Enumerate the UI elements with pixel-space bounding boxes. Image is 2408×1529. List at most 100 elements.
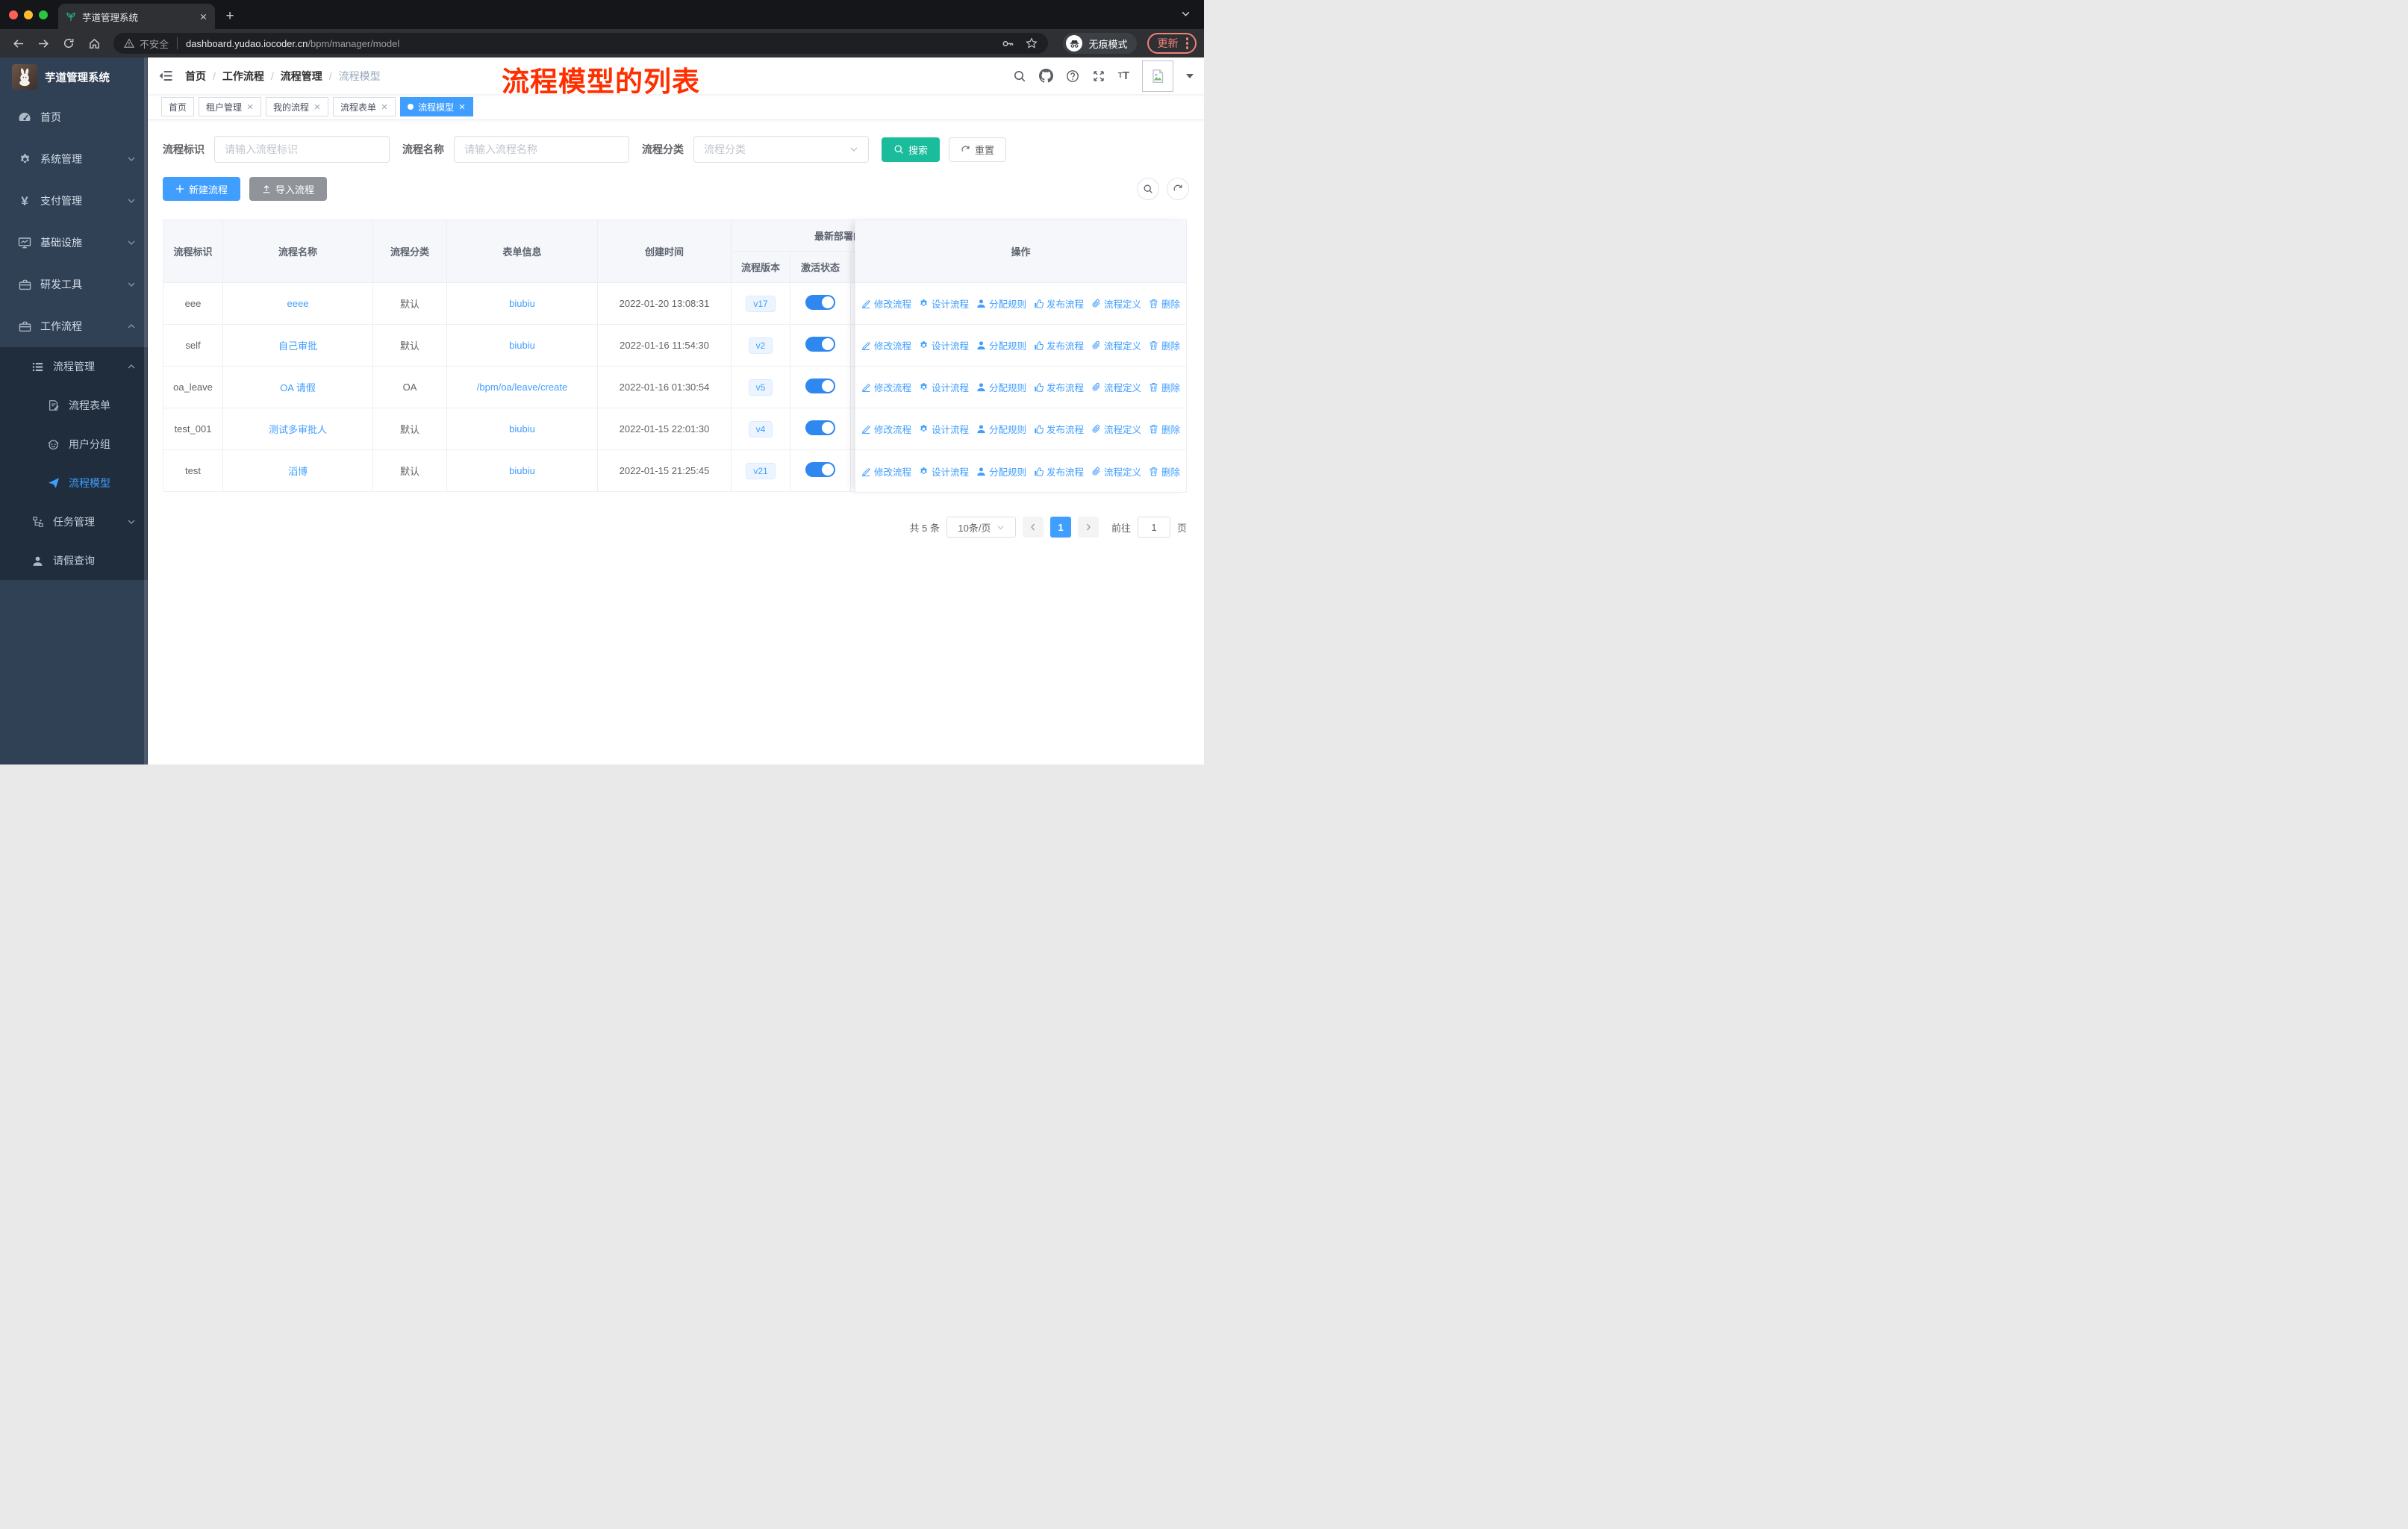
action-publish-process[interactable]: 发布流程	[1034, 380, 1084, 394]
action-delete[interactable]: 删除	[1149, 296, 1180, 311]
process-name-link[interactable]: 自己审批	[278, 340, 317, 352]
version-badge[interactable]: v4	[748, 420, 773, 437]
refresh-table-button[interactable]	[1167, 178, 1189, 200]
process-name-input[interactable]	[454, 136, 629, 163]
avatar[interactable]	[1142, 60, 1173, 92]
action-assign-rule[interactable]: 分配规则	[976, 338, 1026, 352]
active-toggle[interactable]	[805, 337, 835, 352]
sidebar-item-task-mgmt[interactable]: 任务管理	[0, 502, 148, 541]
window-maximize-button[interactable]	[39, 10, 48, 19]
action-design-process[interactable]: 设计流程	[919, 338, 969, 352]
browser-tab[interactable]: 芋道管理系统	[58, 4, 215, 29]
sidebar-item-workflow[interactable]: 工作流程	[0, 305, 148, 347]
bookmark-star-icon[interactable]	[1026, 37, 1038, 49]
version-badge[interactable]: v17	[746, 295, 776, 312]
search-icon[interactable]	[1013, 69, 1026, 83]
action-publish-process[interactable]: 发布流程	[1034, 422, 1084, 436]
process-name-link[interactable]: 测试多审批人	[269, 424, 327, 435]
action-edit-process[interactable]: 修改流程	[861, 464, 911, 479]
action-design-process[interactable]: 设计流程	[919, 464, 969, 479]
tag-close-icon[interactable]	[314, 103, 321, 110]
goto-page-input[interactable]	[1137, 517, 1170, 538]
forward-button[interactable]	[33, 33, 54, 54]
version-badge[interactable]: v5	[748, 379, 773, 396]
browser-menu-icon[interactable]	[1185, 37, 1188, 49]
reset-button[interactable]: 重置	[949, 137, 1007, 162]
action-edit-process[interactable]: 修改流程	[861, 422, 911, 436]
page-size-select[interactable]: 10条/页	[946, 517, 1016, 538]
form-info-link[interactable]: biubiu	[509, 298, 535, 309]
github-icon[interactable]	[1039, 69, 1053, 83]
action-process-definition[interactable]: 流程定义	[1091, 296, 1141, 311]
active-toggle[interactable]	[805, 379, 835, 393]
action-design-process[interactable]: 设计流程	[919, 422, 969, 436]
prev-page-button[interactable]	[1022, 517, 1044, 538]
process-id-input[interactable]	[214, 136, 390, 163]
action-publish-process[interactable]: 发布流程	[1034, 338, 1084, 352]
action-delete[interactable]: 删除	[1149, 464, 1180, 479]
action-process-definition[interactable]: 流程定义	[1091, 422, 1141, 436]
action-design-process[interactable]: 设计流程	[919, 296, 969, 311]
version-badge[interactable]: v21	[746, 462, 776, 479]
tag-process-form[interactable]: 流程表单	[333, 97, 396, 116]
process-category-select[interactable]: 流程分类	[693, 136, 869, 163]
tag-home[interactable]: 首页	[161, 97, 195, 116]
tag-my-process[interactable]: 我的流程	[266, 97, 329, 116]
form-info-link[interactable]: /bpm/oa/leave/create	[477, 382, 567, 393]
new-tab-button[interactable]: +	[219, 6, 240, 27]
active-toggle[interactable]	[805, 462, 835, 477]
action-delete[interactable]: 删除	[1149, 380, 1180, 394]
create-process-button[interactable]: 新建流程	[163, 177, 241, 201]
action-edit-process[interactable]: 修改流程	[861, 380, 911, 394]
current-page-button[interactable]: 1	[1049, 517, 1071, 538]
window-minimize-button[interactable]	[24, 10, 33, 19]
next-page-button[interactable]	[1077, 517, 1099, 538]
sidebar-item-system[interactable]: 系统管理	[0, 138, 148, 180]
active-toggle[interactable]	[805, 295, 835, 310]
tag-tenant-mgmt[interactable]: 租户管理	[199, 97, 262, 116]
breadcrumb-workflow[interactable]: 工作流程	[222, 69, 264, 84]
import-process-button[interactable]: 导入流程	[249, 177, 328, 201]
process-name-link[interactable]: 滔博	[288, 466, 308, 477]
tag-close-icon[interactable]	[381, 103, 388, 110]
sidebar-item-user-group[interactable]: 用户分组	[0, 425, 148, 464]
help-question-icon[interactable]	[1066, 69, 1079, 83]
sidebar-item-process-form[interactable]: 流程表单	[0, 386, 148, 425]
action-assign-rule[interactable]: 分配规则	[976, 422, 1026, 436]
action-process-definition[interactable]: 流程定义	[1091, 464, 1141, 479]
home-button[interactable]	[84, 33, 105, 54]
process-name-link[interactable]: eeee	[287, 298, 309, 309]
address-bar[interactable]: 不安全 dashboard.yudao.iocoder.cn/bpm/manag…	[113, 33, 1049, 54]
back-button[interactable]	[7, 33, 28, 54]
search-button[interactable]: 搜索	[882, 137, 941, 162]
action-process-definition[interactable]: 流程定义	[1091, 380, 1141, 394]
version-badge[interactable]: v2	[748, 337, 773, 354]
caret-down-icon[interactable]	[1186, 74, 1194, 78]
reload-button[interactable]	[58, 33, 79, 54]
sidebar-item-home[interactable]: 首页	[0, 96, 148, 138]
tag-close-icon[interactable]	[458, 103, 466, 110]
action-assign-rule[interactable]: 分配规则	[976, 380, 1026, 394]
process-name-link[interactable]: OA 请假	[280, 382, 316, 393]
action-assign-rule[interactable]: 分配规则	[976, 296, 1026, 311]
sidebar-item-process-mgmt[interactable]: 流程管理	[0, 347, 148, 386]
breadcrumb-home[interactable]: 首页	[185, 69, 206, 84]
sidebar-item-payment[interactable]: ¥ 支付管理	[0, 180, 148, 222]
form-info-link[interactable]: biubiu	[509, 423, 535, 435]
sidebar-scrollbar[interactable]	[144, 57, 147, 764]
sidebar-item-process-model[interactable]: 流程模型	[0, 464, 148, 502]
action-design-process[interactable]: 设计流程	[919, 380, 969, 394]
window-close-button[interactable]	[9, 10, 18, 19]
hamburger-fold-icon[interactable]	[159, 69, 173, 82]
action-delete[interactable]: 删除	[1149, 338, 1180, 352]
breadcrumb-process-mgmt[interactable]: 流程管理	[281, 69, 322, 84]
action-delete[interactable]: 删除	[1149, 422, 1180, 436]
tab-search-chevron-icon[interactable]	[1181, 9, 1191, 19]
sidebar-item-infrastructure[interactable]: 基础设施	[0, 222, 148, 264]
toggle-search-button[interactable]	[1137, 178, 1159, 200]
tag-process-model[interactable]: 流程模型	[400, 97, 474, 116]
form-info-link[interactable]: biubiu	[509, 465, 535, 476]
action-assign-rule[interactable]: 分配规则	[976, 464, 1026, 479]
password-key-icon[interactable]	[1002, 37, 1014, 50]
active-toggle[interactable]	[805, 420, 835, 435]
